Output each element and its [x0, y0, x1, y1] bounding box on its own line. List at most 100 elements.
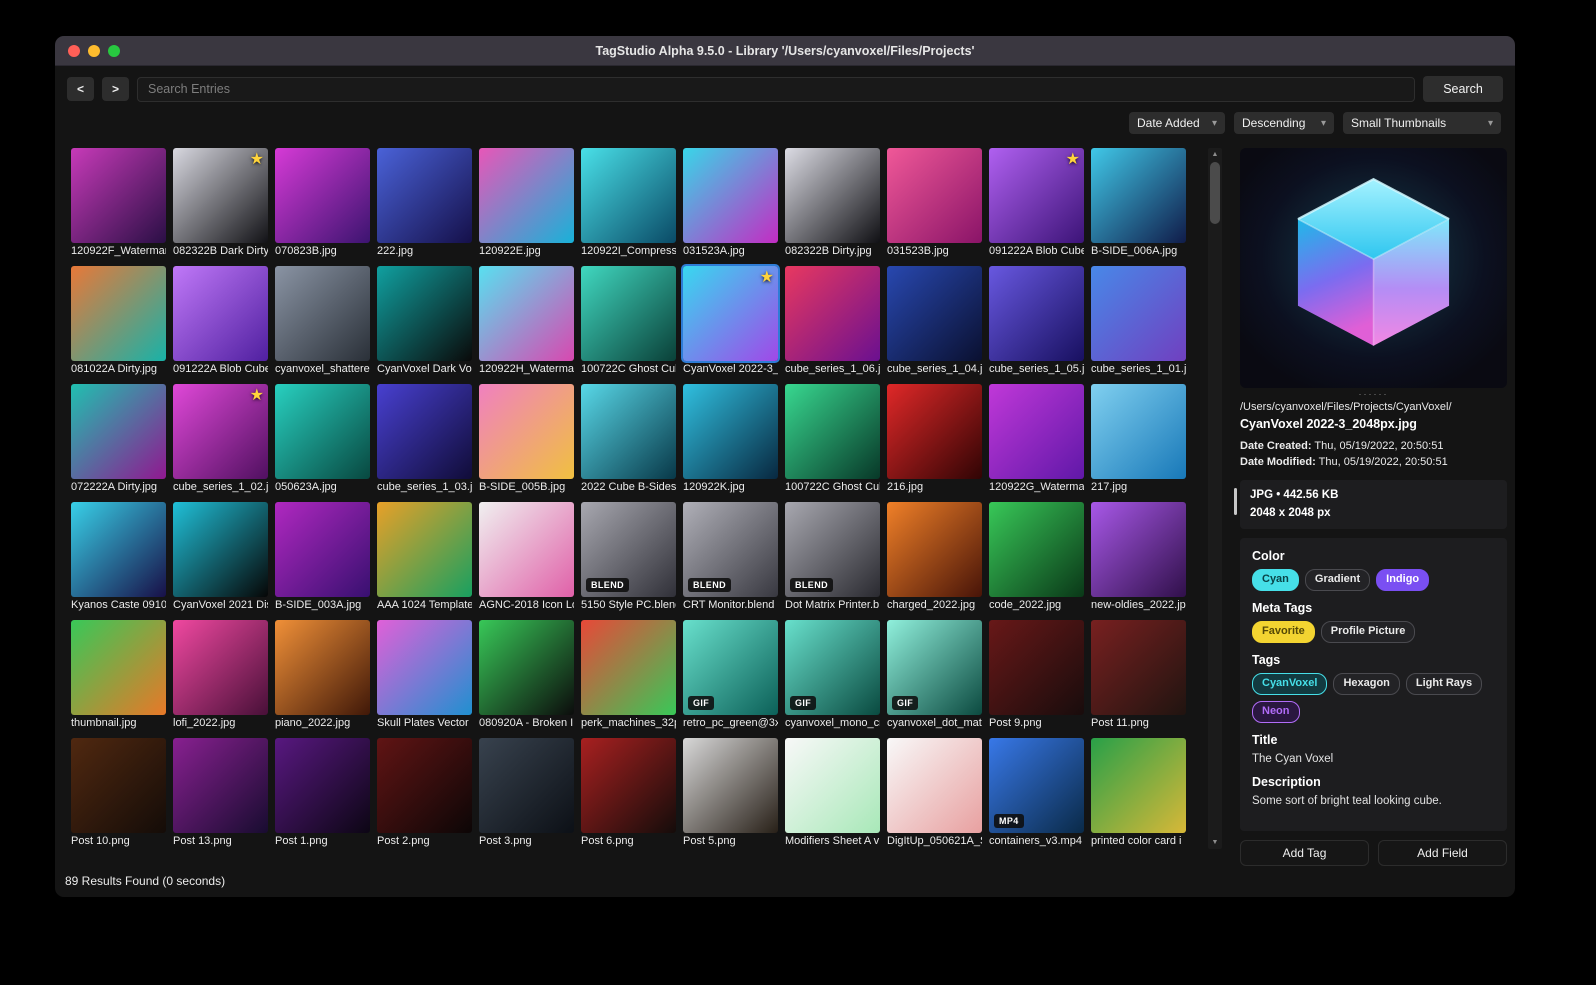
thumbnail[interactable] — [989, 384, 1084, 479]
zoom-button[interactable] — [108, 45, 120, 57]
add-field-button[interactable]: Add Field — [1378, 840, 1507, 866]
grid-item[interactable]: Modifiers Sheet A v — [785, 738, 880, 849]
thumbnail[interactable] — [173, 502, 268, 597]
tag-pill[interactable]: Light Rays — [1405, 673, 1483, 695]
thumbnail[interactable] — [1091, 266, 1186, 361]
tag-pill[interactable]: Gradient — [1304, 569, 1371, 592]
thumbnail[interactable] — [71, 738, 166, 833]
thumbnail[interactable] — [275, 266, 370, 361]
tag-pill[interactable]: Neon — [1252, 700, 1300, 723]
grid-item[interactable]: 217.jpg — [1091, 384, 1186, 495]
thumbnail[interactable] — [479, 384, 574, 479]
thumbnail[interactable] — [479, 738, 574, 833]
thumbnail[interactable]: GIF — [785, 620, 880, 715]
thumbnail[interactable] — [581, 620, 676, 715]
grid-item[interactable]: 120922H_Watermark — [479, 266, 574, 377]
thumbnail[interactable]: BLEND — [785, 502, 880, 597]
thumbnail[interactable] — [1091, 502, 1186, 597]
thumbnail[interactable]: GIF — [887, 620, 982, 715]
grid-item[interactable]: BLEND 5150 Style PC.blend — [581, 502, 676, 613]
thumbnail[interactable] — [377, 620, 472, 715]
scroll-down-icon[interactable]: ▼ — [1212, 837, 1219, 848]
grid-item[interactable]: Post 10.png — [71, 738, 166, 849]
thumbnail[interactable]: ★ — [173, 148, 268, 243]
grid-item[interactable]: 100722C Ghost Cub — [785, 384, 880, 495]
thumbnail[interactable] — [989, 266, 1084, 361]
close-button[interactable] — [68, 45, 80, 57]
grid-item[interactable]: 120922E.jpg — [479, 148, 574, 259]
thumbnail[interactable] — [377, 502, 472, 597]
grid-item[interactable]: ★ CyanVoxel 2022-3_ — [683, 266, 778, 377]
thumbnail[interactable] — [1091, 620, 1186, 715]
grid-item[interactable]: code_2022.jpg — [989, 502, 1084, 613]
thumbnail[interactable] — [377, 148, 472, 243]
grid-item[interactable]: 070823B.jpg — [275, 148, 370, 259]
grid-item[interactable]: Post 11.png — [1091, 620, 1186, 731]
grid-item[interactable]: lofi_2022.jpg — [173, 620, 268, 731]
thumbnail[interactable] — [887, 502, 982, 597]
grid-item[interactable]: 031523B.jpg — [887, 148, 982, 259]
grid-item[interactable]: Post 13.png — [173, 738, 268, 849]
grid-item[interactable]: thumbnail.jpg — [71, 620, 166, 731]
thumbnail[interactable] — [71, 620, 166, 715]
grid-item[interactable]: Skull Plates Vector — [377, 620, 472, 731]
titlebar[interactable]: TagStudio Alpha 9.5.0 - Library '/Users/… — [55, 36, 1515, 66]
grid-item[interactable]: Post 6.png — [581, 738, 676, 849]
grid-item[interactable]: GIF cyanvoxel_mono_cr — [785, 620, 880, 731]
thumbnail[interactable] — [785, 384, 880, 479]
grid-item[interactable]: 081022A Dirty.jpg — [71, 266, 166, 377]
thumbnail[interactable] — [173, 266, 268, 361]
thumbnail[interactable] — [1091, 738, 1186, 833]
grid-item[interactable]: 120922K.jpg — [683, 384, 778, 495]
grid-item[interactable]: BLEND CRT Monitor.blend — [683, 502, 778, 613]
thumbnail[interactable] — [683, 738, 778, 833]
grid-item[interactable]: ★ 082322B Dark Dirty — [173, 148, 268, 259]
thumbnail[interactable] — [479, 502, 574, 597]
thumbnail[interactable] — [581, 148, 676, 243]
tag-pill[interactable]: CyanVoxel — [1252, 673, 1328, 695]
grid-item[interactable]: new-oldies_2022.jp — [1091, 502, 1186, 613]
thumbnail[interactable] — [683, 148, 778, 243]
grid-item[interactable]: Post 1.png — [275, 738, 370, 849]
sort-order-dropdown[interactable]: Descending ▾ — [1234, 112, 1334, 134]
grid-item[interactable]: cube_series_1_01.j — [1091, 266, 1186, 377]
thumbnail[interactable] — [785, 148, 880, 243]
thumbnail[interactable]: ★ — [683, 266, 778, 361]
grid-item[interactable]: 100722C Ghost Cub — [581, 266, 676, 377]
grid-item[interactable]: CyanVoxel 2021 Dis — [173, 502, 268, 613]
grid-item[interactable]: ★ cube_series_1_02.j — [173, 384, 268, 495]
tag-pill[interactable]: Profile Picture — [1320, 621, 1416, 644]
grid-item[interactable]: Post 2.png — [377, 738, 472, 849]
grid-item[interactable]: 082322B Dirty.jpg — [785, 148, 880, 259]
grid-item[interactable]: 120922I_Compressed — [581, 148, 676, 259]
panel-resize-handle[interactable]: ······ — [1240, 388, 1507, 401]
panel-scrollbar-thumb[interactable] — [1234, 488, 1237, 515]
grid-item[interactable]: Post 9.png — [989, 620, 1084, 731]
thumbnail[interactable] — [887, 266, 982, 361]
sort-field-dropdown[interactable]: Date Added ▾ — [1129, 112, 1225, 134]
thumbnail[interactable] — [581, 266, 676, 361]
grid-item[interactable]: 050623A.jpg — [275, 384, 370, 495]
thumbnail[interactable] — [377, 384, 472, 479]
thumbnail[interactable]: ★ — [173, 384, 268, 479]
thumbnail[interactable] — [275, 148, 370, 243]
grid-item[interactable]: Post 3.png — [479, 738, 574, 849]
thumbnail[interactable] — [479, 266, 574, 361]
grid-item[interactable]: CyanVoxel Dark Vox — [377, 266, 472, 377]
grid-item[interactable]: printed color card i — [1091, 738, 1186, 849]
thumbnail[interactable] — [71, 266, 166, 361]
thumbnail[interactable]: ★ — [989, 148, 1084, 243]
grid-item[interactable]: 091222A Blob Cube — [173, 266, 268, 377]
grid-item[interactable]: B-SIDE_005B.jpg — [479, 384, 574, 495]
thumbnail[interactable] — [275, 738, 370, 833]
thumbnail[interactable]: BLEND — [581, 502, 676, 597]
grid-item[interactable]: 031523A.jpg — [683, 148, 778, 259]
grid-item[interactable]: B-SIDE_003A.jpg — [275, 502, 370, 613]
thumbnail[interactable] — [581, 738, 676, 833]
thumbnail[interactable] — [479, 620, 574, 715]
grid-item[interactable]: BLEND Dot Matrix Printer.b — [785, 502, 880, 613]
preview-image[interactable] — [1240, 148, 1507, 388]
grid-scrollbar[interactable]: ▲ ▼ — [1208, 148, 1222, 849]
thumbnail[interactable] — [173, 738, 268, 833]
thumbnail[interactable] — [275, 502, 370, 597]
